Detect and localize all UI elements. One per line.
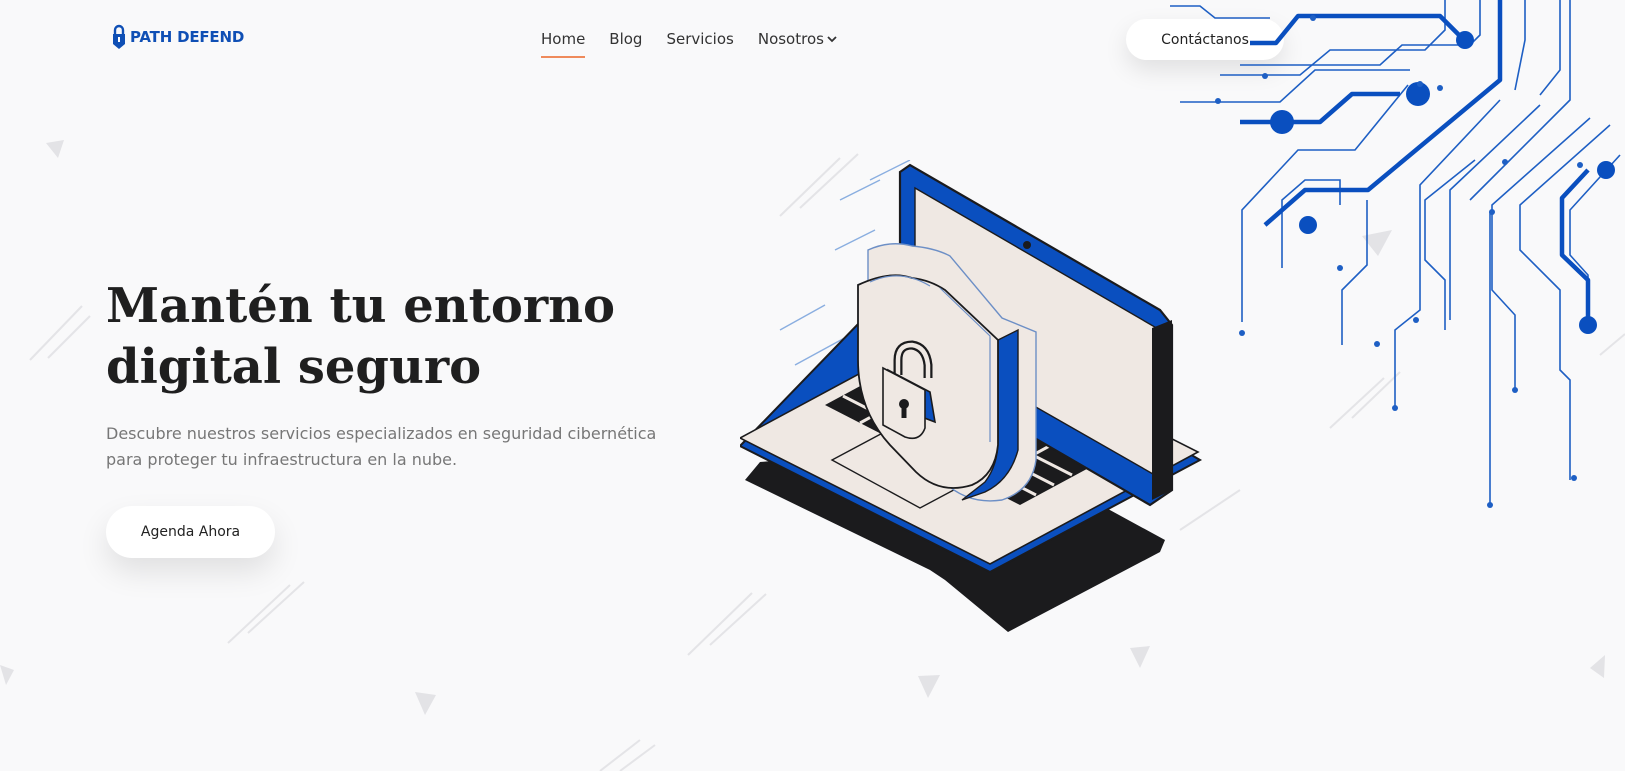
circuit-board-decoration bbox=[1170, 0, 1621, 508]
hero-title-line2: digital seguro bbox=[106, 339, 482, 395]
brand-logo[interactable]: PATH DEFEND bbox=[112, 24, 244, 50]
hero-title-line1: Mantén tu entorno bbox=[106, 278, 616, 334]
main-nav: Home Blog Servicios Nosotros bbox=[541, 30, 861, 58]
shield-lock-icon bbox=[113, 24, 125, 49]
nav-item-nosotros-label: Nosotros bbox=[757, 30, 824, 48]
nav-item-servicios[interactable]: Servicios bbox=[666, 30, 733, 48]
hero-subtitle-line2: para proteger tu infraestructura en la n… bbox=[106, 450, 458, 469]
triangle-decor bbox=[46, 140, 64, 158]
chevron-down-icon bbox=[827, 36, 837, 43]
triangle-decor bbox=[415, 692, 436, 715]
schedule-now-button[interactable]: Agenda Ahora bbox=[106, 506, 275, 558]
brand-name: PATH DEFEND bbox=[130, 28, 245, 46]
nav-item-nosotros[interactable]: Nosotros bbox=[758, 30, 837, 48]
triangle-decor bbox=[918, 675, 940, 698]
nav-item-blog[interactable]: Blog bbox=[609, 30, 642, 48]
triangle-decor bbox=[1590, 655, 1605, 678]
laptop-shield-lock-illustration bbox=[740, 160, 1203, 632]
hero-subtitle-line1: Descubre nuestros servicios especializad… bbox=[106, 424, 657, 443]
nav-item-home[interactable]: Home bbox=[541, 30, 586, 58]
triangle-decor bbox=[0, 665, 14, 685]
hero-title: Mantén tu entorno digital seguro bbox=[106, 276, 726, 398]
hero-subtitle: Descubre nuestros servicios especializad… bbox=[106, 421, 706, 473]
